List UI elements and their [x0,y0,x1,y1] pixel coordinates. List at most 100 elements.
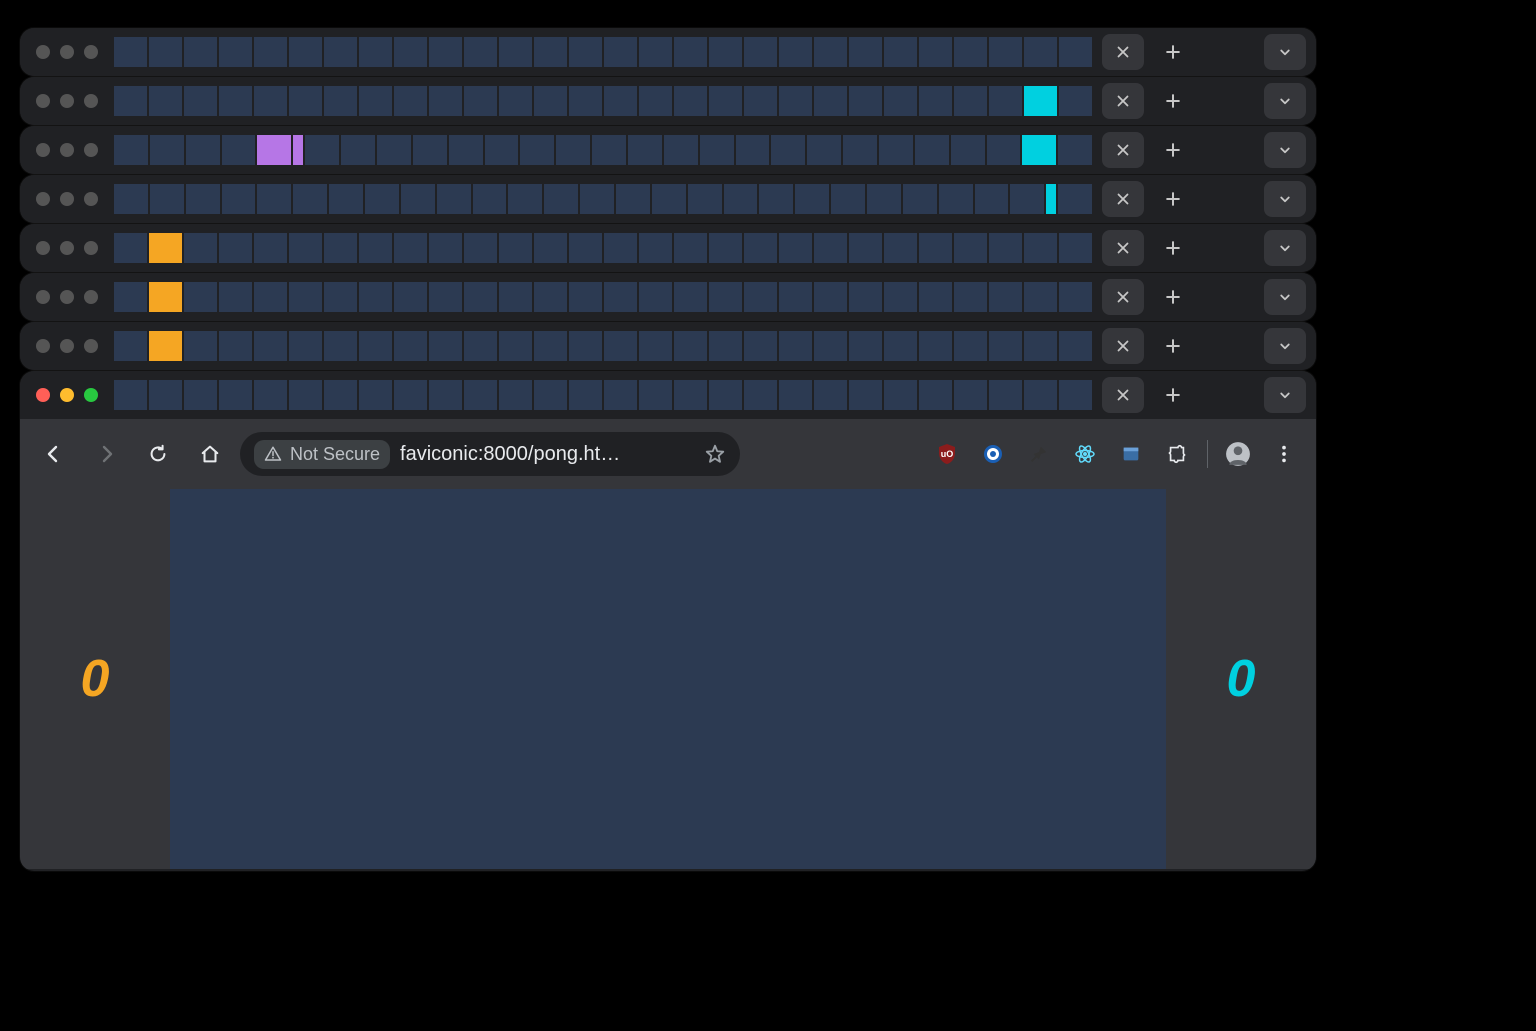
tab-favicon-cell[interactable] [744,86,779,116]
tab-favicon-cell[interactable] [709,233,744,263]
tab-favicon-cell[interactable] [184,282,219,312]
tab-favicon-cell[interactable] [359,282,394,312]
tab-favicon-cell[interactable] [186,184,222,214]
tab-favicon-cell[interactable] [1024,37,1059,67]
tab-favicon-cell[interactable] [499,331,534,361]
tab-search-button[interactable] [1264,328,1306,364]
tab-favicon-cell[interactable] [628,135,664,165]
tab-favicon-cell[interactable] [688,184,724,214]
tab-favicon-cell[interactable] [359,380,394,410]
tab-favicon-cell[interactable] [508,184,544,214]
new-tab-button[interactable] [1152,377,1194,413]
tab-favicon-cell[interactable] [464,282,499,312]
tab-search-button[interactable] [1264,279,1306,315]
tab-strip[interactable] [114,282,1092,312]
tab-favicon-cell[interactable] [954,282,989,312]
tab-favicon-cell[interactable] [1024,380,1059,410]
tab-favicon-cell[interactable] [1059,37,1092,67]
tab-favicon-cell[interactable] [604,331,639,361]
tab-favicon-cell[interactable] [324,331,359,361]
tab-favicon-cell[interactable] [879,135,915,165]
window-maximize-button[interactable] [84,290,98,304]
new-tab-button[interactable] [1152,230,1194,266]
tab-favicon-cell[interactable] [401,184,437,214]
window-close-button[interactable] [36,143,50,157]
tab-favicon-cell[interactable] [954,86,989,116]
tab-favicon-cell[interactable] [499,86,534,116]
tab-favicon-cell[interactable] [604,233,639,263]
tab-favicon-cell[interactable] [413,135,449,165]
game-field[interactable] [170,489,1166,869]
tab-favicon-cell[interactable] [394,380,429,410]
tab-favicon-cell[interactable] [569,282,604,312]
tab-favicon-cell[interactable] [604,282,639,312]
tab-favicon-cell[interactable] [744,380,779,410]
tab-favicon-cell[interactable] [779,282,814,312]
tab-favicon-cell[interactable] [219,331,254,361]
tab-favicon-cell[interactable] [114,37,149,67]
tab-favicon-cell[interactable] [449,135,485,165]
tab-favicon-cell[interactable] [989,233,1024,263]
tab-strip[interactable] [114,331,1092,361]
tab-favicon-cell[interactable] [807,135,843,165]
tab-favicon-cell[interactable] [884,282,919,312]
tab-favicon-cell[interactable] [724,184,760,214]
tab-favicon-cell[interactable] [1024,233,1059,263]
window-maximize-button[interactable] [84,388,98,402]
tab-favicon-cell[interactable] [709,331,744,361]
tab-favicon-cell[interactable] [744,331,779,361]
tab-favicon-cell[interactable] [674,86,709,116]
tab-favicon-cell[interactable] [954,331,989,361]
window-close-button[interactable] [36,241,50,255]
tab-favicon-cell[interactable] [359,233,394,263]
tab-favicon-cell[interactable] [903,184,939,214]
tab-favicon-cell[interactable] [499,380,534,410]
tab-favicon-cell[interactable] [257,184,293,214]
tab-favicon-cell[interactable] [219,233,254,263]
tab-favicon-cell[interactable] [544,184,580,214]
tab-favicon-cell[interactable] [580,184,616,214]
tab-favicon-cell[interactable] [485,135,521,165]
close-tab-button[interactable] [1102,377,1144,413]
tab-favicon-cell[interactable] [639,380,674,410]
forward-button[interactable] [84,432,128,476]
tab-favicon-cell[interactable] [464,331,499,361]
tab-favicon-cell[interactable] [674,37,709,67]
tab-favicon-cell[interactable] [254,86,289,116]
tab-favicon-cell[interactable] [219,86,254,116]
ublock-icon[interactable]: uO [927,434,967,474]
close-tab-button[interactable] [1102,83,1144,119]
tab-favicon-cell[interactable] [257,135,293,165]
new-tab-button[interactable] [1152,181,1194,217]
tab-strip[interactable] [114,86,1092,116]
tab-favicon-cell[interactable] [989,282,1024,312]
back-button[interactable] [32,432,76,476]
tab-favicon-cell[interactable] [569,331,604,361]
tab-favicon-cell[interactable] [639,331,674,361]
close-tab-button[interactable] [1102,328,1144,364]
tab-favicon-cell[interactable] [954,380,989,410]
tab-favicon-cell[interactable] [744,282,779,312]
tab-search-button[interactable] [1264,377,1306,413]
security-chip[interactable]: Not Secure [254,440,390,469]
close-tab-button[interactable] [1102,34,1144,70]
tab-favicon-cell[interactable] [569,233,604,263]
tab-favicon-cell[interactable] [884,380,919,410]
tab-favicon-cell[interactable] [324,233,359,263]
window-maximize-button[interactable] [84,241,98,255]
tab-favicon-cell[interactable] [324,37,359,67]
tab-favicon-cell[interactable] [149,86,184,116]
window-close-button[interactable] [36,45,50,59]
tab-strip[interactable] [114,380,1092,410]
tab-favicon-cell[interactable] [359,86,394,116]
close-tab-button[interactable] [1102,279,1144,315]
window-maximize-button[interactable] [84,45,98,59]
tab-favicon-cell[interactable] [843,135,879,165]
tab-favicon-cell[interactable] [429,86,464,116]
tab-favicon-cell[interactable] [674,282,709,312]
tab-favicon-cell[interactable] [437,184,473,214]
tab-favicon-cell[interactable] [114,380,149,410]
tab-favicon-cell[interactable] [464,86,499,116]
window-minimize-button[interactable] [60,94,74,108]
tab-favicon-cell[interactable] [814,37,849,67]
